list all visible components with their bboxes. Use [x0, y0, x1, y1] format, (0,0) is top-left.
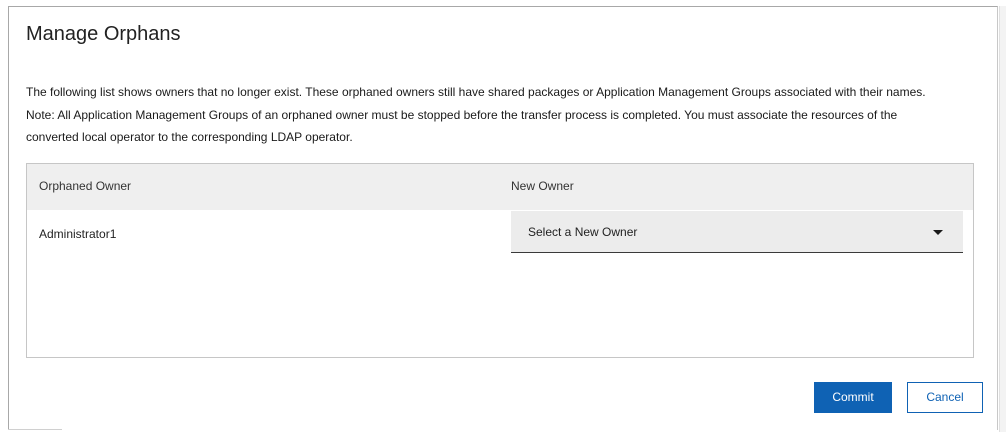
chevron-down-icon — [933, 230, 943, 235]
divider — [8, 429, 62, 430]
column-header-new-owner: New Owner — [511, 179, 574, 193]
dialog-description: The following list shows owners that no … — [26, 81, 976, 149]
orphans-table: Orphaned Owner New Owner Administrator1 … — [26, 163, 974, 358]
commit-button[interactable]: Commit — [814, 382, 892, 413]
description-line: converted local operator to the correspo… — [26, 130, 353, 144]
orphaned-owner-cell: Administrator1 — [39, 227, 117, 241]
description-line: The following list shows owners that no … — [26, 85, 926, 99]
scrollbar[interactable] — [999, 6, 1006, 432]
new-owner-select[interactable]: Select a New Owner — [511, 211, 963, 253]
cancel-button[interactable]: Cancel — [907, 382, 983, 413]
column-header-orphaned-owner: Orphaned Owner — [39, 179, 132, 193]
table-header: Orphaned Owner New Owner — [27, 164, 973, 210]
description-line: Note: All Application Management Groups … — [26, 107, 898, 122]
dialog-title: Manage Orphans — [26, 23, 181, 45]
new-owner-select-value: Select a New Owner — [528, 225, 638, 239]
